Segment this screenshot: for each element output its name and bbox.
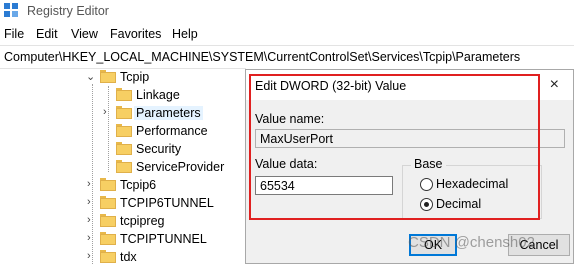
menu-edit[interactable]: Edit — [36, 27, 58, 41]
tree-item-tcpip6[interactable]: › Tcpip6 — [0, 176, 246, 194]
folder-icon — [100, 178, 116, 191]
window-title: Registry Editor — [27, 4, 109, 18]
folder-icon — [100, 232, 116, 245]
tree-item-security[interactable]: Security — [0, 140, 246, 158]
address-bar[interactable]: Computer\HKEY_LOCAL_MACHINE\SYSTEM\Curre… — [0, 45, 574, 69]
tree-item-tcpipreg[interactable]: › tcpipreg — [0, 212, 246, 230]
chevron-right-icon[interactable]: › — [87, 232, 91, 244]
tree-item-label: Parameters — [134, 106, 203, 120]
menu-file[interactable]: File — [4, 27, 24, 41]
tree-item-label: TCPIP6TUNNEL — [120, 196, 214, 210]
folder-icon — [116, 142, 132, 155]
registry-editor-icon — [4, 3, 19, 18]
tree-item-tdx[interactable]: › tdx — [0, 248, 246, 264]
chevron-right-icon[interactable]: › — [87, 214, 91, 226]
folder-icon — [116, 106, 132, 119]
menu-favorites[interactable]: Favorites — [110, 27, 161, 41]
chevron-right-icon[interactable]: › — [87, 196, 91, 208]
highlight-annotation-box — [249, 74, 540, 220]
chevron-down-icon[interactable]: ⌄ — [86, 70, 95, 83]
tree-item-parameters[interactable]: › Parameters — [0, 104, 246, 122]
tree-item-label: TCPIPTUNNEL — [120, 232, 207, 246]
tree-item-label: Security — [136, 142, 182, 156]
tree-item-tcpip6tunnel[interactable]: › TCPIP6TUNNEL — [0, 194, 246, 212]
folder-icon — [116, 88, 132, 101]
folder-icon — [116, 124, 132, 137]
folder-icon — [100, 196, 116, 209]
folder-icon — [100, 214, 116, 227]
tree-item-tcpip[interactable]: ⌄ Tcpip — [0, 68, 246, 86]
tree-item-label: tcpipreg — [120, 214, 165, 228]
tree-item-label: ServiceProvider — [136, 160, 225, 174]
tree-item-tcpiptunnel[interactable]: › TCPIPTUNNEL — [0, 230, 246, 248]
menu-help[interactable]: Help — [172, 27, 198, 41]
chevron-right-icon[interactable]: › — [87, 178, 91, 190]
tree-item-linkage[interactable]: Linkage — [0, 86, 246, 104]
watermark: CSDN @chensh02 — [408, 234, 535, 251]
menu-bar: File Edit View Favorites Help — [0, 24, 574, 44]
tree-item-label: tdx — [120, 250, 137, 264]
folder-icon — [100, 70, 116, 83]
tree-item-label: Tcpip — [120, 70, 150, 84]
tree-item-serviceprovider[interactable]: ServiceProvider — [0, 158, 246, 176]
folder-icon — [116, 160, 132, 173]
window-titlebar: Registry Editor — [0, 0, 574, 22]
menu-view[interactable]: View — [71, 27, 98, 41]
close-icon[interactable]: × — [550, 76, 559, 94]
folder-icon — [100, 250, 116, 263]
tree-item-label: Tcpip6 — [120, 178, 157, 192]
registry-tree: ⌄ Tcpip Linkage › Parameters Performance… — [0, 68, 246, 264]
address-path[interactable]: Computer\HKEY_LOCAL_MACHINE\SYSTEM\Curre… — [4, 50, 520, 64]
chevron-right-icon[interactable]: › — [87, 250, 91, 262]
tree-item-label: Linkage — [136, 88, 180, 102]
tree-item-label: Performance — [136, 124, 208, 138]
tree-item-performance[interactable]: Performance — [0, 122, 246, 140]
chevron-right-icon[interactable]: › — [103, 106, 107, 118]
